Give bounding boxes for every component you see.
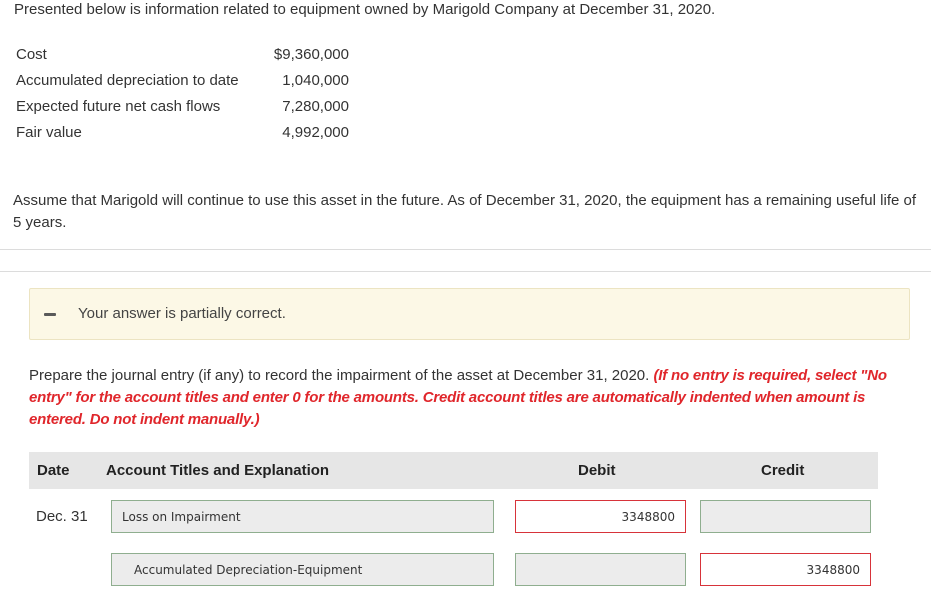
assumption-text: Assume that Marigold will continue to us…: [13, 192, 917, 231]
entry-date: Dec. 31: [36, 508, 88, 525]
info-label-expected-cash-flows: Expected future net cash flows: [16, 98, 221, 115]
partial-correct-icon: [44, 313, 56, 316]
info-value-accumulated-depreciation: 1,040,000: [282, 72, 349, 89]
header-date: Date: [37, 462, 70, 479]
credit-field-row-1[interactable]: [700, 500, 871, 533]
problem-intro: Presented below is information related t…: [14, 1, 716, 18]
question-prompt: Prepare the journal entry (if any) to re…: [29, 365, 909, 431]
info-value-expected-cash-flows: 7,280,000: [282, 98, 349, 115]
feedback-banner: Your answer is partially correct.: [29, 288, 910, 340]
account-field-row-2[interactable]: Accumulated Depreciation-Equipment: [111, 553, 494, 586]
info-value-fair-value: 4,992,000: [282, 124, 349, 141]
info-label-fair-value: Fair value: [16, 124, 82, 141]
journal-table-header: Date Account Titles and Explanation Debi…: [29, 452, 878, 489]
credit-field-row-2[interactable]: 3348800: [700, 553, 871, 586]
info-value-cost: $9,360,000: [273, 46, 349, 63]
divider: [0, 271, 931, 272]
account-field-row-1[interactable]: Loss on Impairment: [111, 500, 494, 533]
header-debit: Debit: [578, 462, 616, 479]
prompt-text: Prepare the journal entry (if any) to re…: [29, 367, 650, 384]
debit-field-row-1[interactable]: 3348800: [515, 500, 686, 533]
info-label-accumulated-depreciation: Accumulated depreciation to date: [16, 72, 239, 89]
header-account: Account Titles and Explanation: [106, 462, 330, 479]
debit-field-row-2[interactable]: [515, 553, 686, 586]
feedback-text: Your answer is partially correct.: [78, 305, 286, 322]
divider: [0, 249, 931, 250]
info-label-cost: Cost: [16, 46, 47, 63]
header-credit: Credit: [761, 462, 805, 479]
